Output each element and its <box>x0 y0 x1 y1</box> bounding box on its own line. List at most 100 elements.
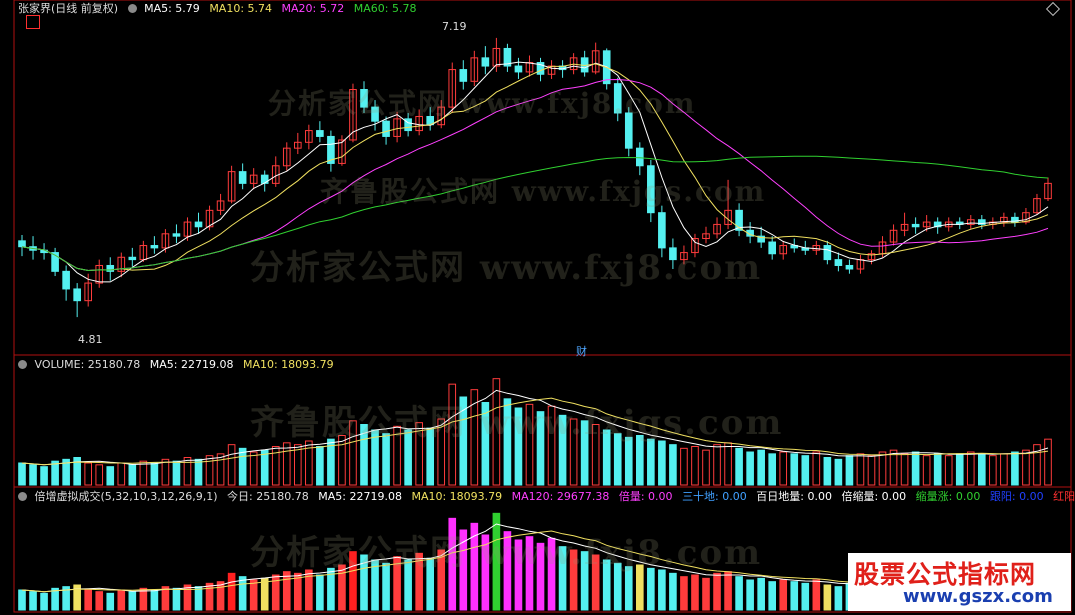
candle-body <box>316 130 324 137</box>
volume-bar <box>1000 453 1008 486</box>
volume-bar <box>282 442 291 486</box>
volume-bar <box>823 457 832 486</box>
logo-url: www.gszx.com <box>903 586 1053 607</box>
volume-ma10: MA10: 18093.79 <box>242 358 334 371</box>
indicator-bar <box>812 579 821 611</box>
volume-bar <box>867 455 876 486</box>
indicator-bar <box>260 577 269 611</box>
indicator-bar <box>768 581 777 611</box>
volume-bar <box>801 455 810 486</box>
indicator-bairidi: 百日地量: 0.00 <box>756 490 832 503</box>
volume-bar <box>161 458 170 486</box>
volume-bar <box>845 455 854 486</box>
indicator-bar <box>95 591 104 611</box>
indicator-ma120: MA120: 29677.38 <box>511 490 610 503</box>
indicator-beisuo: 倍缩量: 0.00 <box>841 490 907 503</box>
candle-body <box>238 171 247 184</box>
indicator-bar <box>117 589 126 611</box>
candle-body <box>73 288 81 302</box>
site-logo: 股票公式指标网 www.gszx.com <box>848 553 1071 611</box>
volume-bar <box>249 451 258 486</box>
indicator-bar <box>801 582 810 611</box>
volume-bar <box>713 444 721 486</box>
volume-bar <box>889 449 898 486</box>
indicator-yinyang: 跟阳: 0.00 <box>989 490 1044 503</box>
indicator-bar <box>150 589 159 611</box>
indicator-bar <box>757 577 765 611</box>
candle-body <box>62 270 70 290</box>
volume-header: VOLUME: 25180.78 MA5: 22719.08 MA10: 180… <box>18 358 340 372</box>
dropdown-icon[interactable] <box>127 4 137 13</box>
finance-event-icon[interactable]: 财 <box>576 343 587 359</box>
watermark-3: 分析家公式网 www.fxj8.com <box>250 248 763 288</box>
dropdown-icon[interactable] <box>18 492 27 501</box>
volume-bar <box>1022 449 1030 486</box>
volume-bar <box>768 453 777 486</box>
volume-bar <box>691 446 699 486</box>
volume-bar <box>1011 451 1019 486</box>
indicator-bar <box>183 584 192 611</box>
volume-bar <box>227 444 236 486</box>
volume-bar <box>757 449 765 486</box>
indicator-bar <box>205 582 214 611</box>
candle-body <box>18 240 26 248</box>
indicator-sanshidi: 三十地: 0.00 <box>682 490 747 503</box>
volume-bar <box>647 438 655 486</box>
volume-bar <box>84 462 93 486</box>
volume-bar <box>966 451 975 486</box>
indicator-header: 倍增虚拟成交(5,32,10,3,12,26,9,1) 今日: 25180.78… <box>18 490 1075 504</box>
volume-bar <box>702 449 710 486</box>
candle-body <box>635 147 644 167</box>
volume-bar <box>95 464 104 486</box>
indicator-bar <box>216 581 225 611</box>
volume-bar <box>150 462 159 486</box>
indicator-suozhang: 缩量涨: 0.00 <box>915 490 981 503</box>
volume-bar <box>680 447 688 486</box>
volume-bar <box>790 453 799 486</box>
price-header: 张家界(日线 前复权) MA5: 5.79 MA10: 5.74 MA20: 5… <box>18 2 422 16</box>
indicator-bar <box>172 587 181 611</box>
indicator-ma10: MA10: 18093.79 <box>411 490 503 503</box>
candle-body <box>382 120 390 137</box>
indicator-today: 今日: 25180.78 <box>227 490 309 503</box>
volume-bar <box>260 449 269 486</box>
indicator-ma5: MA5: 22719.08 <box>318 490 402 503</box>
volume-bar <box>746 451 754 486</box>
volume-bar <box>658 440 666 486</box>
indicator-bar <box>647 567 655 611</box>
volume-bar <box>933 453 942 486</box>
indicator-bar <box>128 591 137 611</box>
ma20-label: MA20: 5.72 <box>281 2 345 15</box>
volume-bar <box>812 451 821 486</box>
volume-bar <box>194 458 203 486</box>
dropdown-icon[interactable] <box>18 360 27 369</box>
chart-window: 分析家公式网 www.fxj8.com 齐鲁股公式网 www.fxjgs.com… <box>0 0 1075 615</box>
indicator-bar <box>282 571 291 611</box>
volume-title: VOLUME: 25180.78 <box>34 358 141 371</box>
volume-bar <box>989 455 997 486</box>
indicator-bar <box>669 572 677 611</box>
indicator-bar <box>746 579 754 611</box>
indicator-bar <box>680 576 688 611</box>
volume-bar <box>316 446 324 486</box>
high-price-label: 7.19 <box>442 20 467 33</box>
indicator-bar <box>194 586 203 611</box>
volume-bar <box>624 436 633 486</box>
indicator-bar <box>227 572 236 611</box>
candle-body <box>128 256 137 261</box>
indicator-bar <box>316 574 324 611</box>
volume-bar <box>856 453 865 486</box>
indicator-bar <box>51 587 59 611</box>
candle-body <box>459 69 468 82</box>
volume-bar <box>900 453 909 486</box>
volume-bar <box>40 466 48 486</box>
volume-bar <box>779 451 788 486</box>
volume-bar <box>955 453 964 486</box>
indicator-bar <box>658 569 666 611</box>
volume-bar <box>183 457 192 486</box>
period-label: (日线 前复权) <box>51 2 119 15</box>
indicator-bar <box>702 577 710 611</box>
indicator-bar <box>161 586 170 611</box>
volume-bar <box>139 460 148 486</box>
indicator-bar <box>139 587 148 611</box>
